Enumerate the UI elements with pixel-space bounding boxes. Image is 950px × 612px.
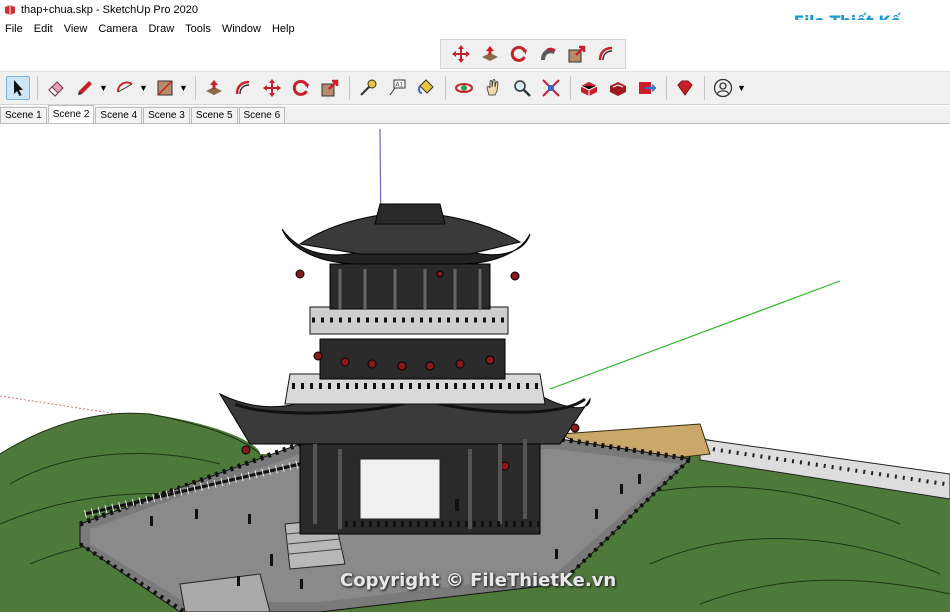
push-pull-tool-button[interactable] [202, 76, 226, 100]
toolbar-separator [37, 76, 38, 100]
scene-tab-4[interactable]: Scene 4 [95, 107, 143, 123]
menu-view[interactable]: View [59, 23, 94, 35]
rectangle-icon [157, 80, 173, 96]
scale-button[interactable] [565, 42, 589, 66]
offset-icon [235, 80, 250, 95]
menu-window[interactable]: Window [217, 23, 267, 35]
tape-measure-button[interactable] [356, 76, 380, 100]
scene-tab-2[interactable]: Scene 2 [47, 105, 95, 123]
toolbar-separator [349, 76, 350, 100]
ruby-console-button[interactable] [673, 76, 697, 100]
pencil-button[interactable] [73, 76, 97, 100]
edit-toolbar [440, 39, 626, 69]
zoom-extents-icon [542, 79, 560, 97]
account-dropdown-icon[interactable]: ▼ [737, 83, 746, 93]
pagoda-model-render [0, 128, 950, 612]
follow-me-button[interactable] [536, 42, 560, 66]
menu-draw[interactable]: Draw [143, 23, 180, 35]
menu-help[interactable]: Help [267, 23, 301, 35]
scale-icon [568, 45, 586, 63]
menu-camera[interactable]: Camera [93, 23, 143, 35]
pencil-icon [78, 81, 92, 95]
follow-me-icon [541, 47, 556, 60]
window-title: thap+chua.skp - SketchUp Pro 2020 [21, 4, 199, 16]
text-button[interactable]: A1 [385, 76, 409, 100]
offset-button[interactable] [594, 42, 618, 66]
scene-tab-6[interactable]: Scene 6 [238, 107, 286, 123]
menu-edit[interactable]: Edit [29, 23, 59, 35]
select-button[interactable] [6, 76, 30, 100]
scene-tab-5[interactable]: Scene 5 [190, 107, 238, 123]
push-pull-icon [482, 46, 498, 61]
main-toolbar: ▼ ▼ ▼ A1 ▼ [0, 71, 950, 105]
pan-icon [486, 79, 499, 96]
account-button[interactable] [711, 76, 735, 100]
rotate-icon [292, 79, 309, 96]
toolbar-separator [195, 76, 196, 100]
toolbar-separator [666, 76, 667, 100]
push-pull-button[interactable] [478, 42, 502, 66]
green-axis [549, 280, 841, 390]
toolbar-separator [704, 76, 705, 100]
offset-tool-button[interactable] [231, 76, 255, 100]
paint-bucket-button[interactable] [414, 76, 438, 100]
select-icon [14, 80, 23, 96]
offset-icon [598, 46, 613, 61]
menu-file[interactable]: File [0, 23, 29, 35]
pencil-dropdown-icon[interactable]: ▼ [99, 83, 108, 93]
zoom-extents-button[interactable] [539, 76, 563, 100]
orbit-button[interactable] [452, 76, 476, 100]
ruby-icon [677, 80, 693, 96]
eraser-button[interactable] [44, 76, 68, 100]
3d-warehouse-button[interactable] [577, 76, 601, 100]
svg-text:A1: A1 [396, 82, 404, 89]
push-pull-icon [206, 80, 222, 95]
scene-tab-1[interactable]: Scene 1 [0, 107, 47, 123]
share-icon [639, 82, 657, 94]
account-icon [713, 78, 733, 98]
arc-dropdown-icon[interactable]: ▼ [139, 83, 148, 93]
scale-tool-button[interactable] [318, 76, 342, 100]
move-icon [452, 45, 470, 63]
move-tool-button[interactable] [260, 76, 284, 100]
warehouse-icon [580, 82, 598, 96]
arc-button[interactable] [113, 76, 137, 100]
model-viewport[interactable] [0, 124, 950, 612]
toolbar-separator [570, 76, 571, 100]
shape-dropdown-icon[interactable]: ▼ [179, 83, 188, 93]
paint-bucket-icon [417, 79, 434, 94]
rotate-icon [510, 45, 527, 62]
sketchup-app-icon [5, 5, 15, 15]
scene-tab-3[interactable]: Scene 3 [143, 107, 190, 123]
copyright-watermark: Copyright © FileThietKe.vn [340, 570, 617, 591]
orbit-icon [455, 83, 473, 93]
move-icon [263, 79, 281, 97]
rotate-tool-button[interactable] [289, 76, 313, 100]
eraser-icon [48, 81, 64, 97]
scene-tabs: Scene 1 Scene 2 Scene 4 Scene 3 Scene 5 … [0, 105, 950, 124]
rotate-button[interactable] [507, 42, 531, 66]
extension-warehouse-button[interactable] [606, 76, 630, 100]
move-button[interactable] [449, 42, 473, 66]
text-icon: A1 [389, 79, 406, 96]
pan-button[interactable] [481, 76, 505, 100]
arc-icon [117, 81, 133, 93]
extension-icon [610, 82, 626, 96]
tape-measure-icon [360, 79, 377, 96]
toolbar-separator [445, 76, 446, 100]
zoom-icon [514, 80, 531, 97]
menu-tools[interactable]: Tools [180, 23, 217, 35]
scale-icon [321, 79, 339, 97]
rectangle-button[interactable] [153, 76, 177, 100]
menu-bar: File Edit View Camera Draw Tools Window … [0, 20, 950, 38]
share-model-button[interactable] [635, 76, 659, 100]
zoom-button[interactable] [510, 76, 534, 100]
